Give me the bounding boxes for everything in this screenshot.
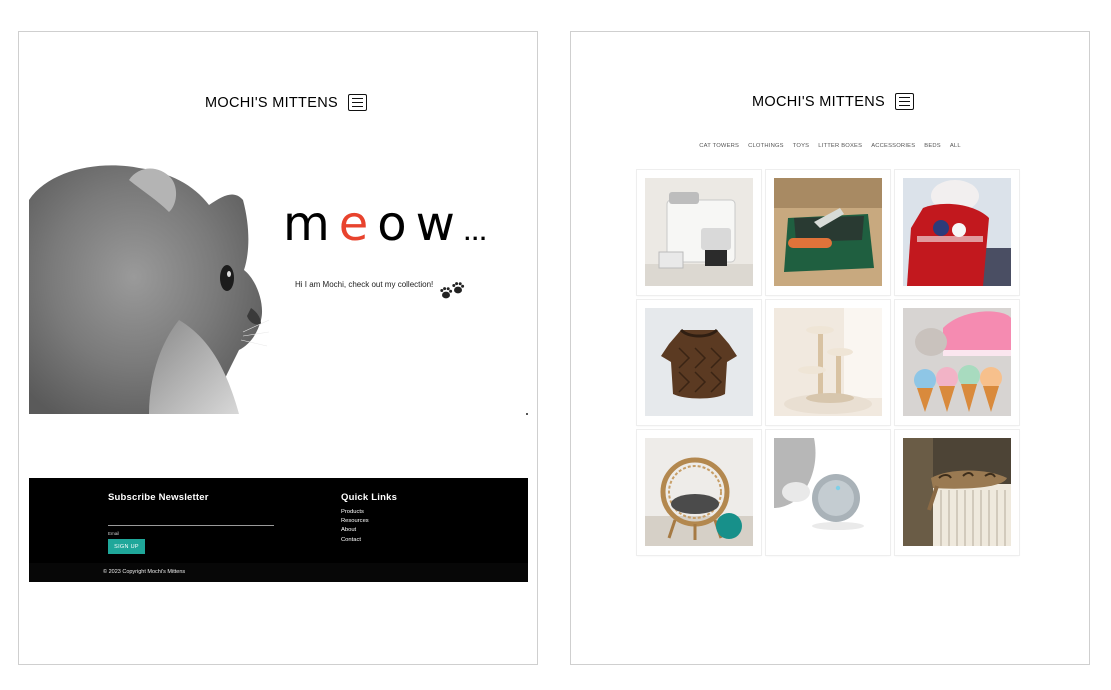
paw-prints-icon <box>440 282 465 299</box>
site-footer: Subscribe Newsletter Email SIGN UP Quick… <box>29 478 528 582</box>
brand-logo[interactable]: MOCHI'S MITTENS <box>205 95 338 111</box>
footer-link-resources[interactable]: Resources <box>341 517 369 526</box>
product-card[interactable] <box>637 300 761 425</box>
hamburger-menu-icon[interactable] <box>347 94 367 111</box>
category-cat-towers[interactable]: CAT TOWERS <box>699 143 739 149</box>
hero-cat-photo <box>29 165 269 414</box>
hamburger-menu-icon[interactable] <box>894 93 914 110</box>
category-accessories[interactable]: ACCESSORIES <box>871 143 915 149</box>
product-card[interactable] <box>766 300 890 425</box>
ball-toy-image <box>774 438 882 546</box>
rattan-bed-image <box>645 438 753 546</box>
product-card[interactable] <box>895 430 1019 555</box>
quick-links-title: Quick Links <box>341 492 398 503</box>
decorative-dot <box>526 413 528 415</box>
product-card[interactable] <box>895 300 1019 425</box>
site-header: MOCHI'S MITTENS <box>752 93 914 110</box>
bengal-cat-radiator-image <box>903 438 1011 546</box>
sign-up-button[interactable]: SIGN UP <box>108 539 145 554</box>
category-beds[interactable]: BEDS <box>924 143 941 149</box>
litter-box-green-image <box>774 178 882 286</box>
category-clothings[interactable]: CLOTHINGS <box>748 143 784 149</box>
footer-link-products[interactable]: Products <box>341 508 369 517</box>
cat-tower-image <box>774 308 882 416</box>
category-all[interactable]: ALL <box>950 143 961 149</box>
product-grid <box>637 170 1019 555</box>
product-card[interactable] <box>637 170 761 295</box>
product-card[interactable] <box>637 430 761 555</box>
landing-page-panel: MOCHI'S MITTENS meow... Hi I am Mochi, c… <box>18 31 538 665</box>
site-header: MOCHI'S MITTENS <box>205 94 367 111</box>
ice-cream-cat-bed-image <box>903 308 1011 416</box>
category-toys[interactable]: TOYS <box>793 143 809 149</box>
shop-page-panel: MOCHI'S MITTENS CAT TOWERS CLOTHINGS TOY… <box>570 31 1090 665</box>
copyright-bar: © 2023 Copyright Mochi's Mittens <box>29 563 528 582</box>
brown-pet-sweater-image <box>645 308 753 416</box>
category-litter-boxes[interactable]: LITTER BOXES <box>818 143 862 149</box>
litter-box-grey-image <box>645 178 753 286</box>
brand-logo[interactable]: MOCHI'S MITTENS <box>752 94 885 110</box>
product-card[interactable] <box>766 170 890 295</box>
cat-red-sweater-image <box>903 178 1011 286</box>
email-input-underline[interactable] <box>108 525 274 526</box>
copyright-text: © 2023 Copyright Mochi's Mittens <box>103 569 186 575</box>
product-card[interactable] <box>895 170 1019 295</box>
hero-meow-heading: meow... <box>283 196 488 252</box>
footer-link-contact[interactable]: Contact <box>341 536 369 545</box>
accent-letter: e <box>338 196 378 252</box>
email-label: Email <box>108 531 120 536</box>
hero-tagline: Hi I am Mochi, check out my collection! <box>295 280 434 289</box>
quick-links-list: Products Resources About Contact <box>341 508 369 545</box>
footer-link-about[interactable]: About <box>341 526 369 535</box>
product-card[interactable] <box>766 430 890 555</box>
category-filter-nav: CAT TOWERS CLOTHINGS TOYS LITTER BOXES A… <box>571 143 1089 149</box>
newsletter-title: Subscribe Newsletter <box>108 492 209 503</box>
